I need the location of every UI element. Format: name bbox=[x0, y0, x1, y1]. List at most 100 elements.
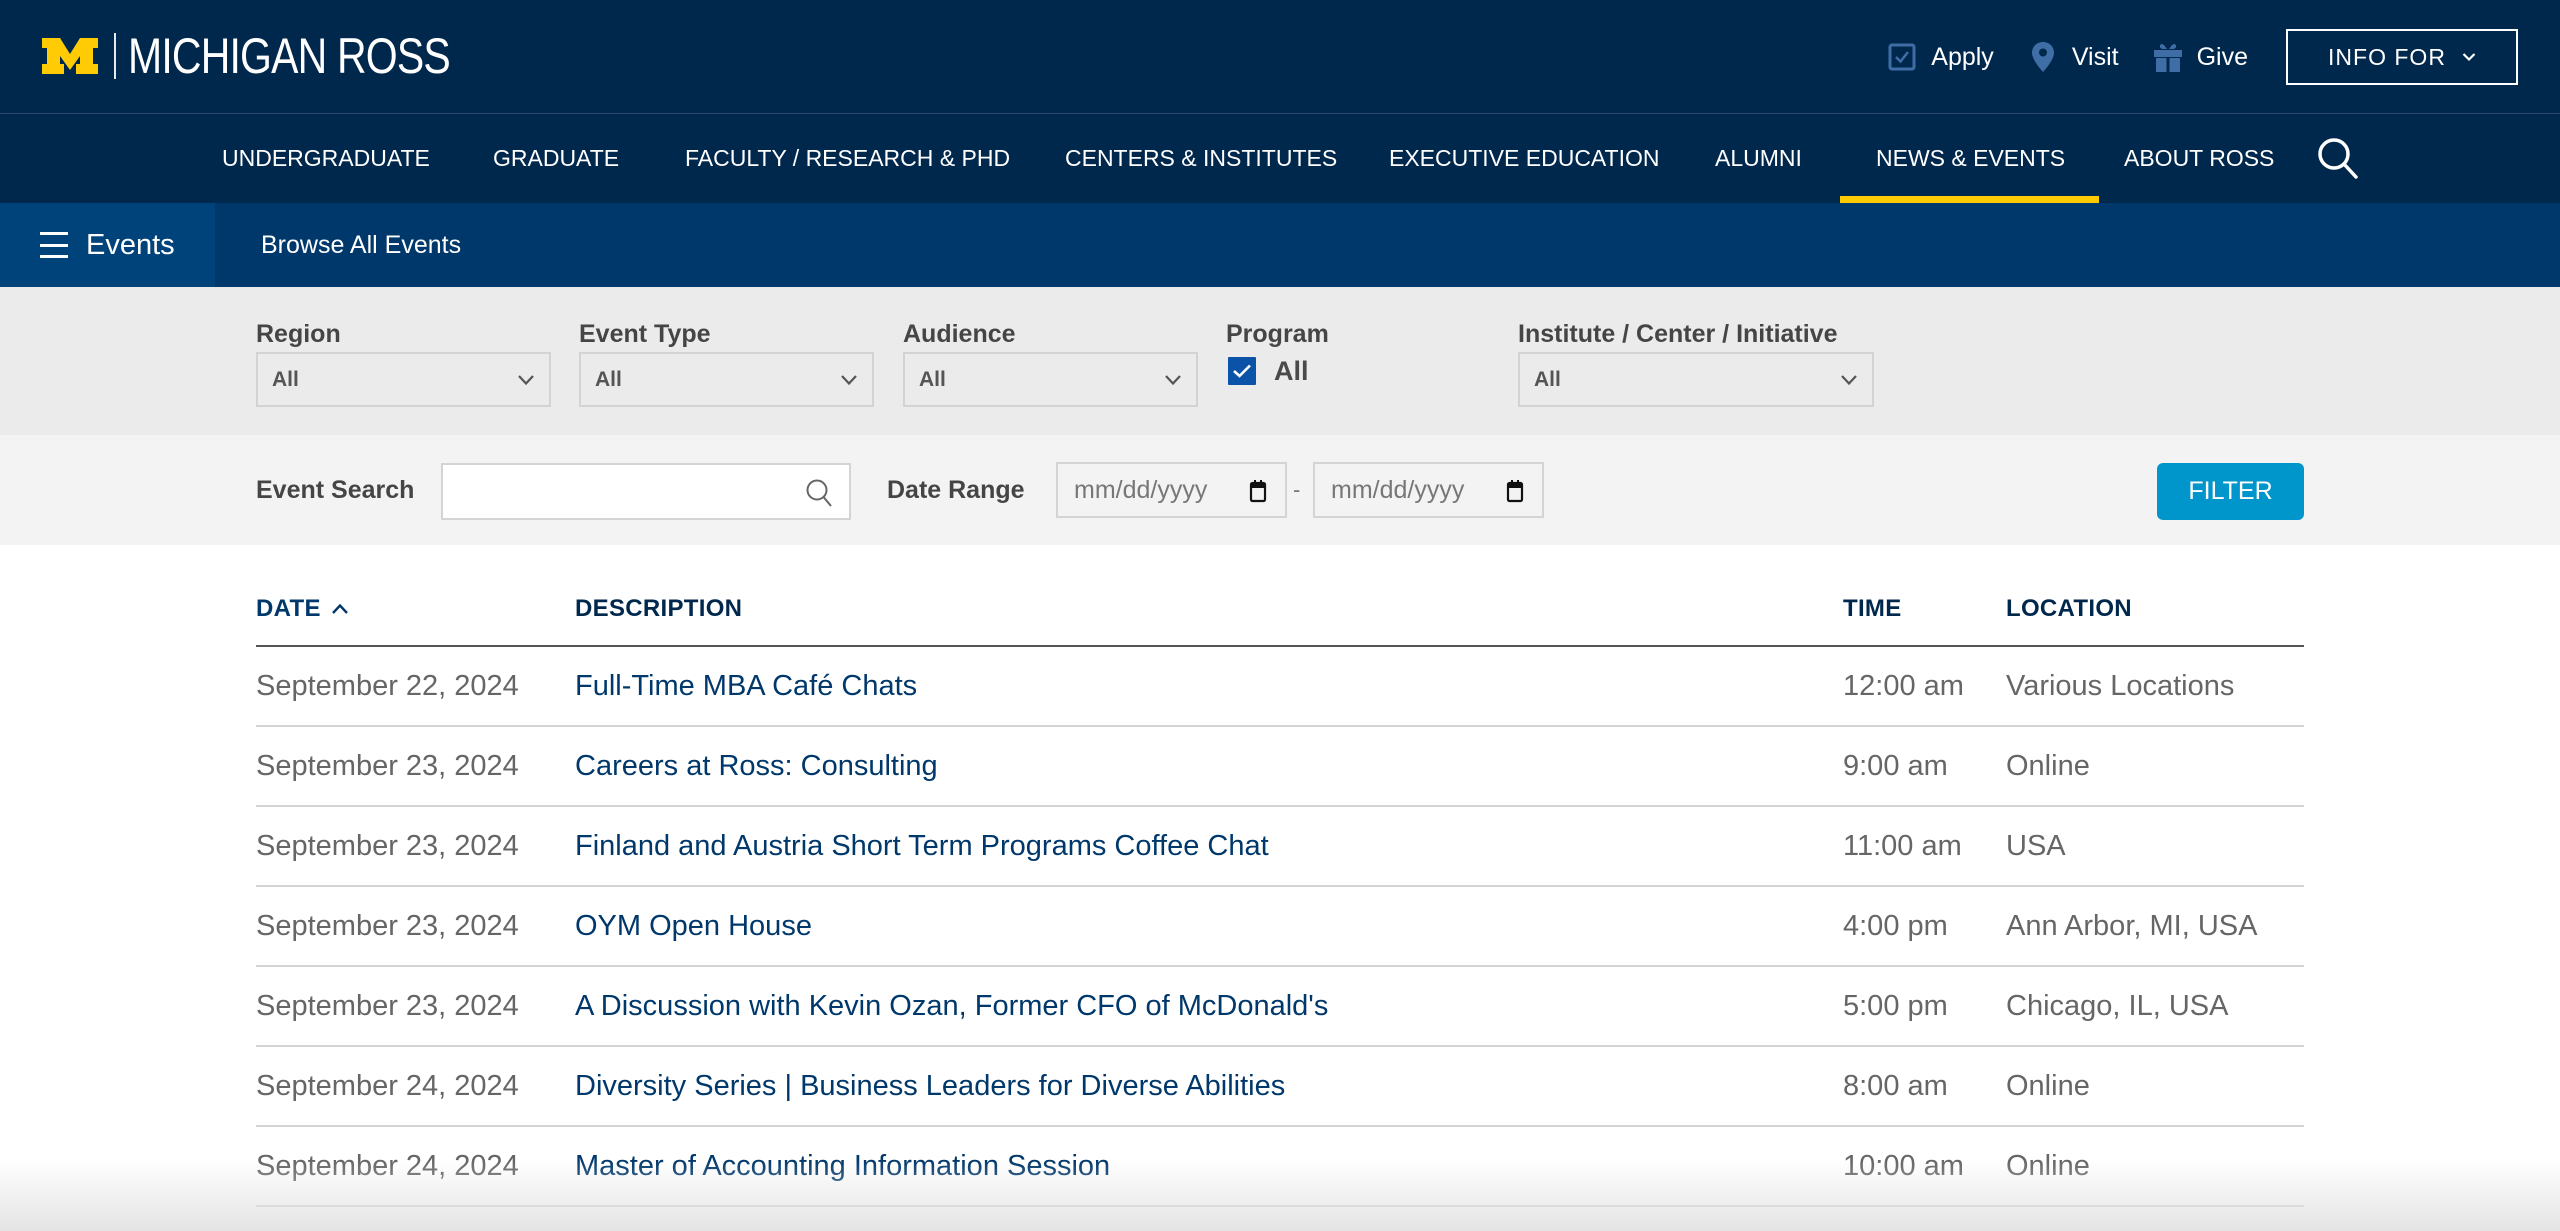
info-for-dropdown[interactable]: INFO FOR bbox=[2286, 29, 2518, 85]
event-type-select[interactable]: All bbox=[579, 352, 874, 407]
audience-label: Audience bbox=[903, 320, 1016, 348]
block-m-icon bbox=[40, 36, 100, 76]
search-icon[interactable] bbox=[2316, 136, 2360, 180]
event-date: September 24, 2024 bbox=[256, 1149, 519, 1182]
program-all-option[interactable]: All bbox=[1226, 351, 1329, 391]
event-title-link[interactable]: Careers at Ross: Consulting bbox=[575, 727, 938, 805]
event-date: September 22, 2024 bbox=[256, 669, 519, 702]
event-type-label: Event Type bbox=[579, 320, 711, 348]
event-title-link[interactable]: OYM Open House bbox=[575, 887, 812, 965]
table-row: September 23, 2024 Careers at Ross: Consu… bbox=[256, 727, 2304, 807]
nav-executive-education[interactable]: EXECUTIVE EDUCATION bbox=[1389, 114, 1660, 203]
event-location: Chicago, IL, USA bbox=[2006, 989, 2229, 1022]
main-nav: UNDERGRADUATE GRADUATE FACULTY / RESEARC… bbox=[0, 114, 2560, 203]
location-column-header: LOCATION bbox=[2006, 595, 2132, 622]
date-range-label: Date Range bbox=[887, 475, 1025, 504]
map-pin-icon bbox=[2028, 41, 2058, 73]
event-title-link[interactable]: Finland and Austria Short Term Programs … bbox=[575, 807, 1269, 885]
checkmark-icon bbox=[1233, 364, 1251, 378]
program-label: Program bbox=[1226, 320, 1329, 348]
event-filters: Region All Event Type All Audience All P… bbox=[0, 287, 2560, 435]
michigan-ross-logo[interactable]: MICHIGAN ROSS bbox=[40, 28, 521, 84]
table-row: September 23, 2024 Finland and Austria Sh… bbox=[256, 807, 2304, 887]
table-body: September 22, 2024 Full-Time MBA Café Cha… bbox=[256, 647, 2304, 1207]
audience-select[interactable]: All bbox=[903, 352, 1198, 407]
give-label: Give bbox=[2196, 42, 2248, 71]
program-all-checkbox[interactable] bbox=[1228, 357, 1256, 385]
give-link[interactable]: Give bbox=[2153, 41, 2248, 73]
table-row: September 23, 2024 A Discussion with Kevi… bbox=[256, 967, 2304, 1047]
region-filter: Region All bbox=[256, 317, 551, 407]
table-row: September 22, 2024 Full-Time MBA Café Cha… bbox=[256, 647, 2304, 727]
events-subnav: Events Browse All Events bbox=[0, 203, 2560, 287]
event-title-link[interactable]: Full-Time MBA Café Chats bbox=[575, 647, 917, 725]
apply-link[interactable]: Apply bbox=[1887, 41, 1994, 73]
institute-select[interactable]: All bbox=[1518, 352, 1874, 407]
event-date: September 23, 2024 bbox=[256, 749, 519, 782]
institute-filter: Institute / Center / Initiative All bbox=[1518, 317, 1874, 407]
nav-about-ross[interactable]: ABOUT ROSS bbox=[2124, 114, 2274, 203]
nav-undergraduate[interactable]: UNDERGRADUATE bbox=[222, 114, 430, 203]
sort-ascending-icon bbox=[331, 603, 348, 614]
event-search-label: Event Search bbox=[256, 475, 415, 504]
utility-nav: Apply Visit Give INFO FOR bbox=[1887, 0, 2560, 114]
event-time: 10:00 am bbox=[1843, 1149, 1964, 1182]
event-title-link[interactable]: Diversity Series | Business Leaders for … bbox=[575, 1047, 1285, 1125]
chevron-down-icon bbox=[518, 374, 534, 385]
date-to-placeholder: mm/dd/yyyy bbox=[1331, 475, 1465, 504]
audience-filter: Audience All bbox=[903, 317, 1198, 407]
region-value: All bbox=[272, 367, 299, 391]
event-location: Ann Arbor, MI, USA bbox=[2006, 909, 2258, 942]
chevron-down-icon bbox=[1165, 374, 1181, 385]
events-table: DATE DESCRIPTION TIME LOCATION September… bbox=[256, 545, 2304, 1207]
event-title-link[interactable]: Master of Accounting Information Session bbox=[575, 1127, 1110, 1205]
date-to-input[interactable]: mm/dd/yyyy bbox=[1313, 462, 1544, 518]
filter-button[interactable]: FILTER bbox=[2157, 463, 2304, 520]
gift-icon bbox=[2153, 41, 2183, 73]
hamburger-icon bbox=[40, 232, 68, 258]
nav-news-events[interactable]: NEWS & EVENTS bbox=[1839, 114, 2100, 203]
chevron-down-icon bbox=[841, 374, 857, 385]
region-select[interactable]: All bbox=[256, 352, 551, 407]
event-time: 8:00 am bbox=[1843, 1069, 1948, 1102]
event-date: September 24, 2024 bbox=[256, 1069, 519, 1102]
logo-divider bbox=[114, 33, 116, 79]
info-for-label: INFO FOR bbox=[2328, 43, 2446, 70]
event-time: 4:00 pm bbox=[1843, 909, 1948, 942]
event-date: September 23, 2024 bbox=[256, 909, 519, 942]
table-header: DATE DESCRIPTION TIME LOCATION bbox=[256, 545, 2304, 647]
checkbox-icon bbox=[1887, 41, 1917, 73]
nav-graduate[interactable]: GRADUATE bbox=[493, 114, 619, 203]
event-time: 12:00 am bbox=[1843, 669, 1964, 702]
date-from-input[interactable]: mm/dd/yyyy bbox=[1056, 462, 1287, 518]
chevron-down-icon bbox=[2462, 53, 2476, 62]
table-row: September 24, 2024 Diversity Series | Bus… bbox=[256, 1047, 2304, 1127]
date-range-separator: - bbox=[1293, 477, 1301, 502]
institute-label: Institute / Center / Initiative bbox=[1518, 320, 1838, 348]
program-filter: Program All bbox=[1226, 317, 1329, 391]
event-search-field[interactable] bbox=[441, 463, 851, 520]
nav-centers-institutes[interactable]: CENTERS & INSTITUTES bbox=[1065, 114, 1337, 203]
chevron-down-icon bbox=[1841, 374, 1857, 385]
nav-faculty-research-phd[interactable]: FACULTY / RESEARCH & PHD bbox=[685, 114, 1010, 203]
event-location: USA bbox=[2006, 829, 2066, 862]
event-location: Online bbox=[2006, 1069, 2090, 1102]
event-search-input[interactable] bbox=[443, 465, 783, 518]
event-time: 5:00 pm bbox=[1843, 989, 1948, 1022]
date-column-header[interactable]: DATE bbox=[256, 595, 349, 623]
nav-alumni[interactable]: ALUMNI bbox=[1715, 114, 1802, 203]
visit-link[interactable]: Visit bbox=[2028, 41, 2119, 73]
region-label: Region bbox=[256, 320, 341, 348]
event-location: Online bbox=[2006, 749, 2090, 782]
table-row: September 24, 2024 Master of Accounting I… bbox=[256, 1127, 2304, 1207]
date-header-label: DATE bbox=[256, 595, 321, 622]
event-time: 9:00 am bbox=[1843, 749, 1948, 782]
events-section-label: Events bbox=[86, 228, 175, 261]
calendar-icon[interactable] bbox=[1249, 478, 1267, 504]
calendar-icon[interactable] bbox=[1506, 478, 1524, 504]
time-column-header: TIME bbox=[1843, 595, 1902, 622]
event-title-link[interactable]: A Discussion with Kevin Ozan, Former CFO… bbox=[575, 967, 1328, 1045]
browse-all-events-link[interactable]: Browse All Events bbox=[261, 203, 461, 287]
search-icon[interactable] bbox=[805, 478, 833, 508]
events-menu-toggle[interactable]: Events bbox=[0, 203, 215, 287]
